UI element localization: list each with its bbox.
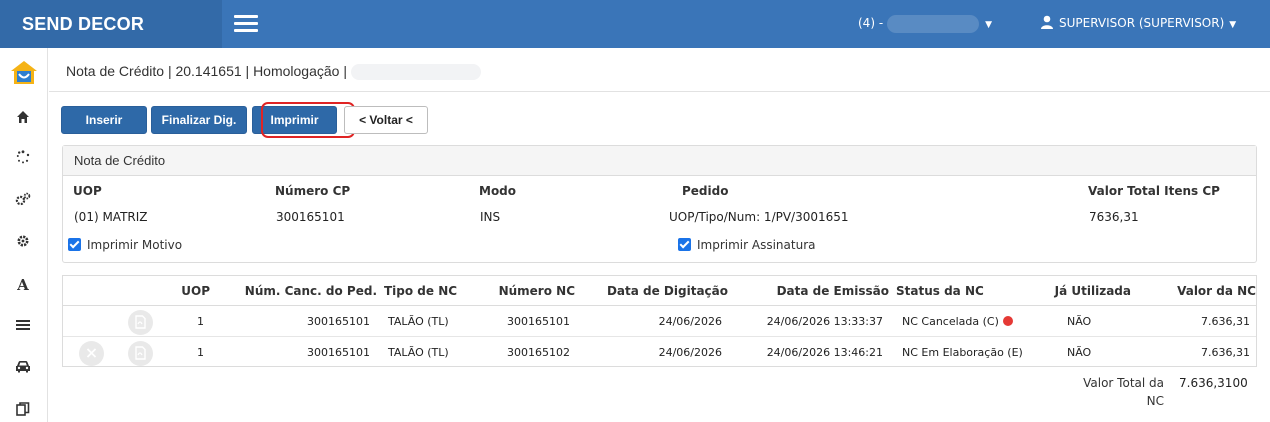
checkbox-checked-icon[interactable] <box>68 238 81 251</box>
nota-credito-panel: Nota de Crédito UOP Número CP Modo Pedid… <box>62 145 1257 263</box>
status-text: NC Cancelada (C) <box>902 315 999 328</box>
nc-table: UOP Núm. Canc. do Ped. Tipo de NC Número… <box>62 275 1257 367</box>
imprimir-motivo-checkbox[interactable]: Imprimir Motivo <box>68 238 182 252</box>
cell-data-emissao: 24/06/2026 13:46:21 <box>766 346 883 359</box>
cell-numero: 300165102 <box>507 346 570 359</box>
brand-logo[interactable]: SEND DECOR <box>0 0 222 48</box>
car-icon[interactable] <box>14 360 32 378</box>
col-tipo[interactable]: Tipo de NC <box>384 276 474 306</box>
col-numero[interactable]: Número NC <box>483 276 575 306</box>
cell-tipo: TALÃO (TL) <box>388 346 449 359</box>
pedido-value: UOP/Tipo/Num: 1/PV/3001651 <box>669 210 849 224</box>
valor-total-nc-value: 7.636,3100 <box>1179 376 1248 390</box>
cell-status: NC Cancelada (C) <box>902 307 1032 337</box>
numero-cp-label: Número CP <box>275 184 351 198</box>
table-row[interactable]: 1 300165101 TALÃO (TL) 300165102 24/06/2… <box>63 338 1256 368</box>
user-menu[interactable]: SUPERVISOR (SUPERVISOR) ▼ <box>1040 0 1236 48</box>
font-icon[interactable]: A <box>14 276 32 294</box>
chevron-down-icon: ▼ <box>1229 20 1237 30</box>
copy-icon[interactable] <box>14 402 32 420</box>
finalizar-digitacao-button[interactable]: Finalizar Dig. <box>151 106 247 134</box>
list-icon[interactable] <box>14 318 32 336</box>
pdf-icon[interactable] <box>128 341 153 366</box>
uop-value: (01) MATRIZ <box>74 210 148 224</box>
page-title: Nota de Crédito | 20.141651 | Homologaçã… <box>66 63 347 79</box>
redacted-client-name <box>350 64 481 81</box>
table-header: UOP Núm. Canc. do Ped. Tipo de NC Número… <box>63 276 1256 306</box>
col-valor[interactable]: Valor da NC <box>1163 276 1256 306</box>
inserir-button[interactable]: Inserir <box>61 106 147 134</box>
cancel-x-icon[interactable] <box>79 341 104 366</box>
cell-status: NC Em Elaboração (E) <box>902 346 1023 359</box>
user-icon <box>1041 15 1053 29</box>
cell-valor: 7.636,31 <box>1201 346 1250 359</box>
page-title-bar: Nota de Crédito | 20.141651 | Homologaçã… <box>49 48 1270 92</box>
imprimir-assinatura-label: Imprimir Assinatura <box>697 238 816 252</box>
modo-value: INS <box>480 210 501 224</box>
house-logo-icon[interactable] <box>10 60 38 90</box>
voltar-button[interactable]: < Voltar < <box>344 106 428 134</box>
valor-total-label: Valor Total Itens CP <box>1088 184 1220 198</box>
cell-uop: 1 <box>197 346 204 359</box>
imprimir-highlight-outline <box>261 102 355 138</box>
user-name: SUPERVISOR (SUPERVISOR) <box>1059 16 1225 30</box>
cell-valor: 7.636,31 <box>1201 315 1250 328</box>
col-ja-utilizada[interactable]: Já Utilizada <box>1033 276 1131 306</box>
imprimir-motivo-label: Imprimir Motivo <box>87 238 183 252</box>
col-uop[interactable]: UOP <box>168 276 210 306</box>
col-data-digitacao[interactable]: Data de Digitação <box>603 276 728 306</box>
home-icon[interactable] <box>14 110 32 128</box>
cell-num-canc: 300165101 <box>307 346 370 359</box>
company-label: (4) - <box>858 16 884 30</box>
main-content: Nota de Crédito | 20.141651 | Homologaçã… <box>49 48 1270 422</box>
cell-uop: 1 <box>197 315 204 328</box>
col-data-emissao[interactable]: Data de Emissão <box>763 276 889 306</box>
valor-total-value: 7636,31 <box>1089 210 1139 224</box>
col-status[interactable]: Status da NC <box>896 276 996 306</box>
gears-icon[interactable] <box>14 192 32 210</box>
imprimir-assinatura-checkbox[interactable]: Imprimir Assinatura <box>678 238 816 252</box>
checkbox-checked-icon[interactable] <box>678 238 691 251</box>
cell-data-digitacao: 24/06/2026 <box>658 315 722 328</box>
uop-label: UOP <box>73 184 102 198</box>
sidebar: A <box>0 48 48 422</box>
col-num-canc[interactable]: Núm. Canc. do Ped. <box>243 276 377 306</box>
chevron-down-icon: ▼ <box>985 20 993 30</box>
top-navbar: SEND DECOR (4) - ▼ SUPERVISOR (SUPERVISOR… <box>0 0 1270 48</box>
numero-cp-value: 300165101 <box>276 210 345 224</box>
cell-data-digitacao: 24/06/2026 <box>658 346 722 359</box>
menu-toggle-icon[interactable] <box>234 15 258 33</box>
pdf-icon[interactable] <box>128 310 153 335</box>
cell-tipo: TALÃO (TL) <box>388 315 449 328</box>
company-selector[interactable]: (4) - ▼ <box>858 0 992 48</box>
table-row[interactable]: 1 300165101 TALÃO (TL) 300165101 24/06/2… <box>63 307 1256 337</box>
status-red-dot-icon <box>1002 316 1013 326</box>
valor-total-nc-label: Valor Total da NC <box>1083 376 1164 408</box>
pedido-label: Pedido <box>682 184 729 198</box>
cell-ja-utilizada: NÃO <box>1067 315 1092 328</box>
cell-num-canc: 300165101 <box>307 315 370 328</box>
cell-ja-utilizada: NÃO <box>1067 346 1092 359</box>
gear-icon[interactable] <box>14 234 32 252</box>
modo-label: Modo <box>479 184 517 198</box>
spinner-icon[interactable] <box>14 150 32 168</box>
cell-data-emissao: 24/06/2026 13:33:37 <box>766 315 883 328</box>
panel-title: Nota de Crédito <box>63 146 1256 176</box>
company-name-redacted <box>887 14 980 33</box>
cell-numero: 300165101 <box>507 315 570 328</box>
